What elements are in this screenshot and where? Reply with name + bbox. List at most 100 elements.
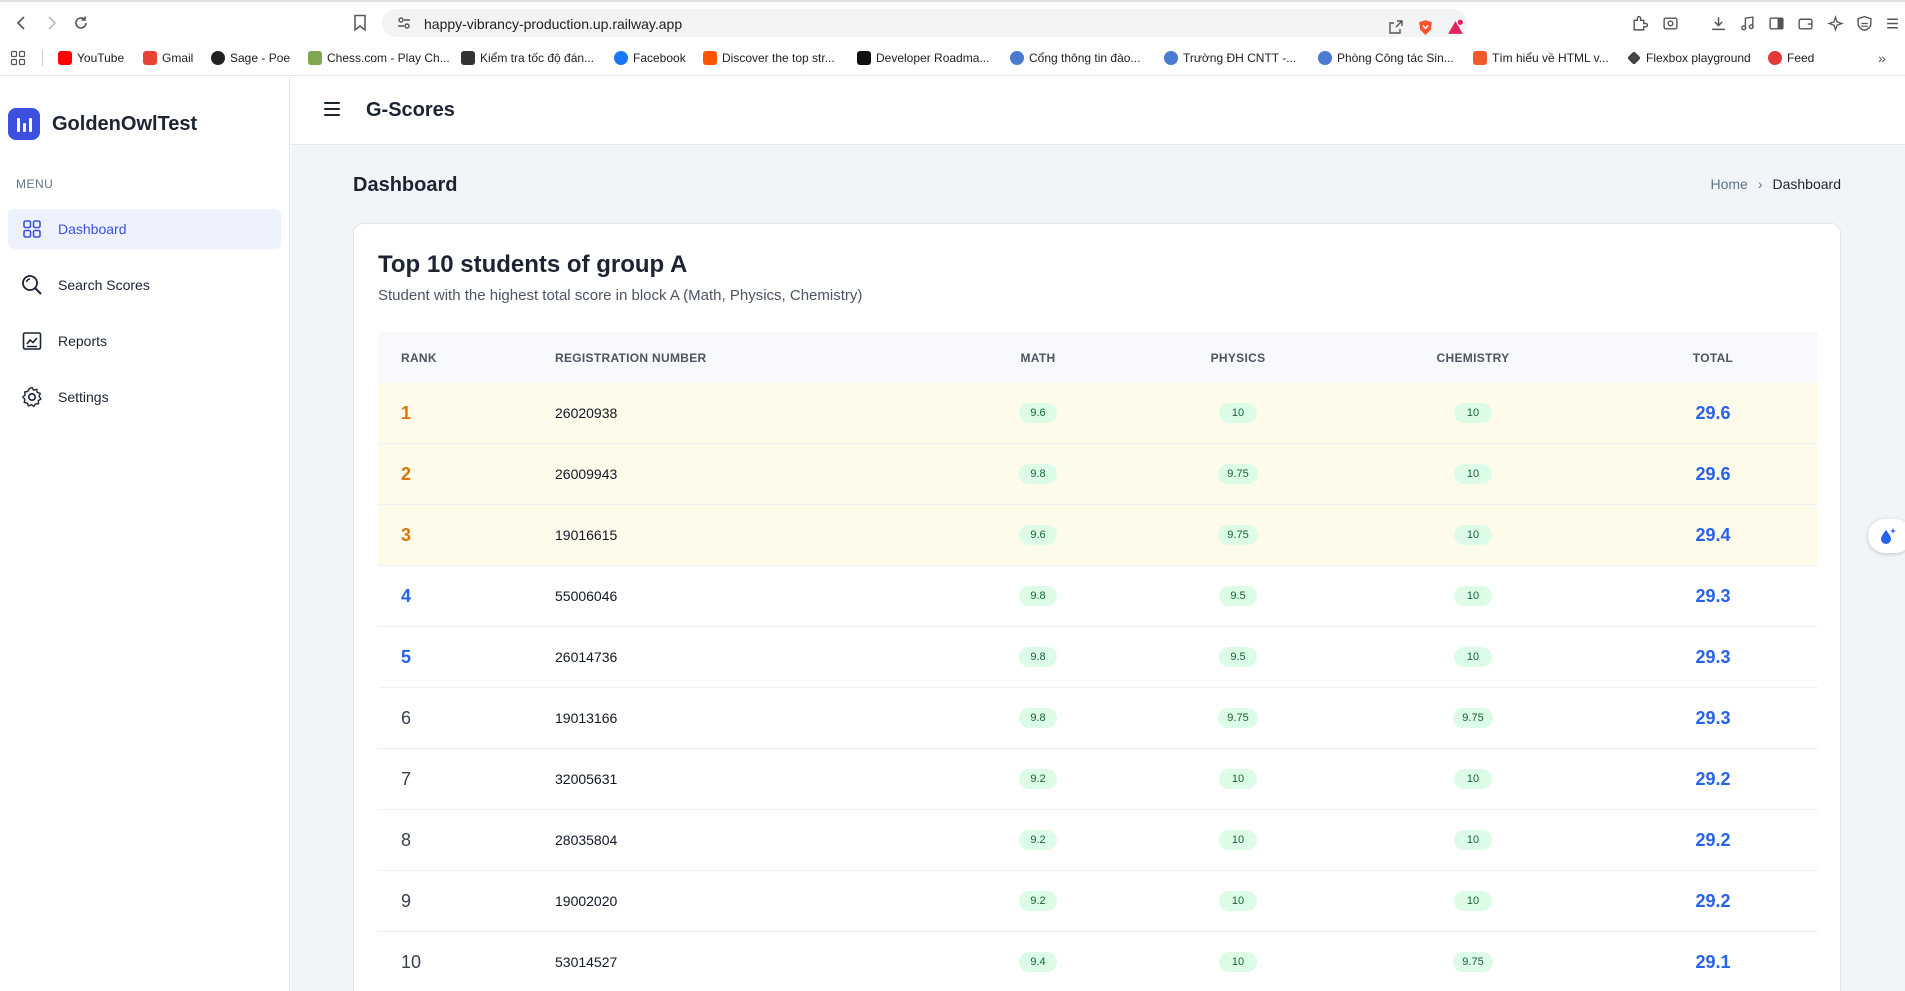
flexbox-icon bbox=[1627, 51, 1641, 65]
column-header-chemistry[interactable]: CHEMISTRY bbox=[1338, 351, 1608, 365]
chemistry-cell: 10 bbox=[1338, 891, 1608, 911]
total-score: 29.3 bbox=[1695, 707, 1731, 728]
menu-icon[interactable] bbox=[1882, 13, 1902, 33]
address-bar[interactable]: happy-vibrancy-production.up.railway.app bbox=[382, 9, 1467, 37]
reload-button[interactable] bbox=[70, 12, 92, 34]
physics-score-badge: 9.75 bbox=[1218, 464, 1258, 484]
sidebar-item-search-scores[interactable]: Search Scores bbox=[8, 265, 281, 305]
sidebar-item-settings[interactable]: Settings bbox=[8, 377, 281, 417]
bookmark-youtube[interactable]: YouTube bbox=[58, 48, 124, 68]
physics-score-badge: 10 bbox=[1219, 830, 1257, 850]
back-button[interactable] bbox=[11, 12, 33, 34]
physics-score-badge: 9.75 bbox=[1218, 708, 1258, 728]
sidebar-item-reports[interactable]: Reports bbox=[8, 321, 281, 361]
wallet-icon[interactable] bbox=[1795, 13, 1815, 33]
site-settings-icon[interactable] bbox=[396, 15, 412, 31]
bookmark-icon[interactable] bbox=[352, 14, 368, 32]
chemistry-cell: 10 bbox=[1338, 830, 1608, 850]
bookmark-roadmap[interactable]: Developer Roadma... bbox=[857, 48, 989, 68]
math-score-badge: 9.6 bbox=[1019, 403, 1057, 423]
column-header-registration[interactable]: REGISTRATION NUMBER bbox=[555, 351, 938, 365]
bookmark-flexbox[interactable]: Flexbox playground bbox=[1627, 48, 1751, 68]
vpn-shield-icon[interactable] bbox=[1854, 13, 1874, 33]
bookmark-feed[interactable]: Feed bbox=[1768, 48, 1814, 68]
bookmark-phong-cong-tac[interactable]: Phòng Công tác Sin... bbox=[1318, 48, 1454, 68]
rank-cell: 9 bbox=[378, 891, 555, 912]
sidebar-item-dashboard[interactable]: Dashboard bbox=[8, 209, 281, 249]
screenshot-icon[interactable] bbox=[1660, 13, 1680, 33]
chemistry-score-badge: 9.75 bbox=[1453, 708, 1493, 728]
brave-rewards-icon[interactable] bbox=[1445, 17, 1465, 37]
ie-icon bbox=[1010, 51, 1024, 65]
table-row: 10 53014527 9.4 10 9.75 29.1 bbox=[378, 932, 1818, 991]
forward-button[interactable] bbox=[40, 12, 62, 34]
physics-score-badge: 9.5 bbox=[1219, 586, 1257, 606]
bookmark-label: Tìm hiểu về HTML v... bbox=[1492, 51, 1609, 65]
share-icon[interactable] bbox=[1386, 17, 1406, 37]
soundcloud-icon bbox=[703, 51, 717, 65]
floating-assistant-button[interactable] bbox=[1868, 519, 1905, 553]
physics-cell: 10 bbox=[1138, 952, 1338, 972]
media-icon[interactable] bbox=[1737, 13, 1757, 33]
sidebar-item-label: Settings bbox=[58, 389, 109, 405]
bookmark-sage-poe[interactable]: Sage - Poe bbox=[211, 48, 290, 68]
bookmark-facebook[interactable]: Facebook bbox=[614, 48, 686, 68]
bookmark-label: Facebook bbox=[633, 51, 686, 65]
column-header-math[interactable]: MATH bbox=[938, 351, 1138, 365]
bookmark-gmail[interactable]: Gmail bbox=[143, 48, 193, 68]
bookmark-html[interactable]: Tìm hiểu về HTML v... bbox=[1473, 48, 1609, 68]
bookmark-label: YouTube bbox=[77, 51, 125, 65]
download-icon[interactable] bbox=[1708, 13, 1728, 33]
physics-cell: 10 bbox=[1138, 891, 1338, 911]
column-header-rank[interactable]: RANK bbox=[378, 351, 555, 365]
total-cell: 29.2 bbox=[1608, 830, 1818, 851]
chemistry-score-badge: 10 bbox=[1454, 647, 1492, 667]
column-header-physics[interactable]: PHYSICS bbox=[1138, 351, 1338, 365]
table-header: RANK REGISTRATION NUMBER MATH PHYSICS CH… bbox=[378, 332, 1818, 383]
brand[interactable]: GoldenOwlTest bbox=[8, 108, 197, 140]
extensions-icon[interactable] bbox=[1629, 13, 1649, 33]
bookmark-typing-speed[interactable]: Kiểm tra tốc độ đán... bbox=[461, 48, 594, 68]
brave-shield-icon[interactable] bbox=[1415, 17, 1435, 37]
grid-icon bbox=[23, 220, 41, 238]
total-cell: 29.3 bbox=[1608, 708, 1818, 729]
leo-ai-icon[interactable] bbox=[1825, 13, 1845, 33]
bookmark-soundcloud[interactable]: Discover the top str... bbox=[703, 48, 835, 68]
math-cell: 9.8 bbox=[938, 708, 1138, 728]
chemistry-cell: 9.75 bbox=[1338, 708, 1608, 728]
bookmark-label: Phòng Công tác Sin... bbox=[1337, 51, 1454, 65]
top-header: G-Scores bbox=[291, 77, 1905, 145]
page-title: Dashboard bbox=[353, 174, 458, 196]
table-row: 9 19002020 9.2 10 10 29.2 bbox=[378, 871, 1818, 932]
math-cell: 9.6 bbox=[938, 403, 1138, 423]
physics-cell: 9.5 bbox=[1138, 647, 1338, 667]
breadcrumb-home-link[interactable]: Home bbox=[1710, 176, 1747, 192]
total-score: 29.2 bbox=[1695, 890, 1731, 911]
bookmark-label: Kiểm tra tốc độ đán... bbox=[480, 51, 595, 65]
apps-icon[interactable] bbox=[10, 48, 26, 68]
hamburger-menu-icon[interactable] bbox=[324, 102, 340, 116]
bookmark-chess[interactable]: Chess.com - Play Ch... bbox=[308, 48, 450, 68]
column-header-total[interactable]: TOTAL bbox=[1608, 351, 1818, 365]
registration-number: 19013166 bbox=[555, 710, 618, 726]
math-score-badge: 9.2 bbox=[1019, 830, 1057, 850]
chemistry-score-badge: 9.75 bbox=[1453, 952, 1493, 972]
rank-number: 9 bbox=[401, 890, 412, 911]
total-cell: 29.3 bbox=[1608, 647, 1818, 668]
bookmark-truong-dh[interactable]: Trường ĐH CNTT -... bbox=[1164, 48, 1296, 68]
chemistry-score-badge: 10 bbox=[1454, 586, 1492, 606]
bookmark-cong-thong-tin[interactable]: Cổng thông tin đào... bbox=[1010, 48, 1140, 68]
registration-number: 26020938 bbox=[555, 405, 618, 421]
total-cell: 29.3 bbox=[1608, 586, 1818, 607]
table-row: 4 55006046 9.8 9.5 10 29.3 bbox=[378, 566, 1818, 627]
ie-icon bbox=[1318, 51, 1332, 65]
physics-cell: 9.5 bbox=[1138, 586, 1338, 606]
physics-cell: 9.75 bbox=[1138, 525, 1338, 545]
more-bookmarks-icon[interactable]: » bbox=[1878, 48, 1886, 68]
bar-chart-logo-icon bbox=[8, 108, 40, 140]
chemistry-score-badge: 10 bbox=[1454, 891, 1492, 911]
sidebar-toggle-icon[interactable] bbox=[1766, 13, 1786, 33]
total-score: 29.3 bbox=[1695, 646, 1731, 667]
math-cell: 9.2 bbox=[938, 891, 1138, 911]
ie-icon bbox=[1164, 51, 1178, 65]
